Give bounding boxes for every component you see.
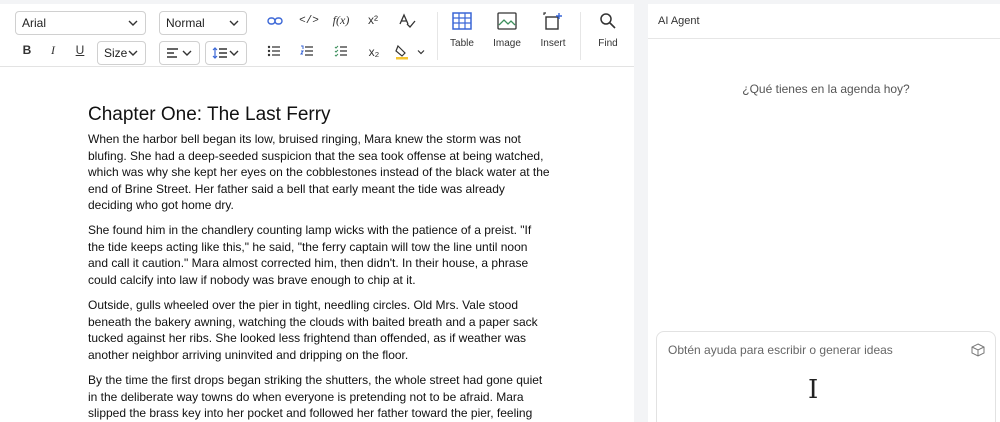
image-label: Image bbox=[493, 38, 521, 49]
chevron-down-icon bbox=[128, 50, 138, 56]
formula-icon: f(x) bbox=[332, 12, 350, 27]
align-left-icon bbox=[167, 48, 178, 58]
link-button[interactable] bbox=[265, 13, 285, 29]
paragraph-style-select[interactable]: Normal bbox=[159, 11, 247, 35]
line-spacing-icon bbox=[212, 47, 227, 59]
ai-agent-title: AI Agent bbox=[658, 15, 700, 27]
insert-icon bbox=[543, 12, 562, 30]
document-canvas[interactable]: Chapter One: The Last Ferry When the har… bbox=[0, 68, 634, 422]
chevron-down-icon bbox=[182, 50, 192, 56]
toolbar: Arial Normal B I U Size </> f(x) x² x₂ T… bbox=[0, 4, 634, 67]
numbered-list-button[interactable] bbox=[299, 44, 315, 58]
align-select[interactable] bbox=[159, 41, 200, 65]
font-family-select[interactable]: Arial bbox=[15, 11, 146, 35]
superscript-button[interactable]: x² bbox=[364, 12, 382, 28]
image-icon bbox=[497, 12, 517, 30]
bold-button[interactable]: B bbox=[18, 41, 36, 59]
bullet-list-icon bbox=[267, 45, 280, 57]
numbered-list-icon bbox=[300, 45, 313, 56]
spellcheck-button[interactable] bbox=[397, 12, 417, 30]
cube-icon[interactable] bbox=[971, 343, 985, 357]
formula-button[interactable]: f(x) bbox=[329, 12, 353, 28]
font-size-value: Size bbox=[104, 46, 128, 60]
subscript-button[interactable]: x₂ bbox=[365, 44, 383, 60]
agent-input-box[interactable]: Obtén ayuda para escribir o generar idea… bbox=[656, 331, 996, 422]
highlight-color-dropdown[interactable] bbox=[414, 45, 428, 59]
insert-label: Insert bbox=[540, 38, 566, 49]
editor-panel: Arial Normal B I U Size </> f(x) x² x₂ T… bbox=[0, 4, 634, 422]
toolbar-divider bbox=[437, 12, 438, 60]
document-paragraph: Outside, gulls wheeled over the pier in … bbox=[88, 298, 538, 362]
table-label: Table bbox=[450, 38, 474, 49]
bold-label: B bbox=[22, 43, 32, 57]
text-cursor-icon: I bbox=[808, 375, 819, 405]
chevron-down-icon bbox=[417, 50, 425, 55]
document-paragraph: By the time the first drops began striki… bbox=[88, 373, 543, 420]
line-spacing-select[interactable] bbox=[205, 41, 247, 65]
italic-label: I bbox=[51, 42, 55, 57]
font-family-value: Arial bbox=[22, 16, 47, 30]
agent-prompt-text: ¿Qué tienes en la agenda hoy? bbox=[742, 82, 910, 96]
image-button[interactable]: Image bbox=[485, 12, 529, 60]
highlight-button[interactable] bbox=[393, 43, 411, 61]
toolbar-divider bbox=[580, 12, 581, 60]
search-icon bbox=[600, 13, 616, 29]
table-icon bbox=[452, 12, 472, 30]
document-title: Chapter One: The Last Ferry bbox=[88, 104, 331, 125]
subscript-icon: x₂ bbox=[368, 45, 380, 59]
chevron-down-icon bbox=[128, 20, 138, 26]
spellcheck-icon bbox=[399, 13, 416, 28]
bullet-list-button[interactable] bbox=[266, 44, 282, 58]
document-paragraph: When the harbor bell began its low, brui… bbox=[88, 132, 550, 212]
italic-button[interactable]: I bbox=[44, 41, 62, 59]
underline-label: U bbox=[75, 43, 85, 57]
highlighter-icon bbox=[395, 44, 408, 60]
checklist-icon bbox=[334, 45, 347, 57]
code-icon: </> bbox=[299, 15, 319, 27]
agent-input-placeholder: Obtén ayuda para escribir o generar idea… bbox=[668, 343, 893, 357]
ai-agent-panel: AI Agent ¿Qué tienes en la agenda hoy? O… bbox=[648, 4, 1000, 422]
underline-button[interactable]: U bbox=[71, 41, 89, 59]
table-button[interactable]: Table bbox=[440, 12, 484, 60]
checklist-button[interactable] bbox=[333, 44, 349, 58]
chevron-down-icon bbox=[229, 20, 239, 26]
paragraph-style-value: Normal bbox=[166, 16, 205, 30]
link-icon bbox=[267, 17, 283, 25]
find-label: Find bbox=[598, 38, 618, 49]
find-button[interactable]: Find bbox=[586, 12, 630, 60]
font-size-select[interactable]: Size bbox=[97, 41, 146, 65]
document-paragraph: She found him in the chandlery counting … bbox=[88, 223, 532, 287]
superscript-icon: x² bbox=[368, 13, 378, 27]
chevron-down-icon bbox=[229, 50, 239, 56]
app-window: Arial Normal B I U Size </> f(x) x² x₂ T… bbox=[0, 0, 1000, 422]
ai-agent-header: AI Agent bbox=[648, 4, 1000, 39]
code-button[interactable]: </> bbox=[298, 13, 320, 29]
insert-button[interactable]: Insert bbox=[531, 12, 575, 60]
